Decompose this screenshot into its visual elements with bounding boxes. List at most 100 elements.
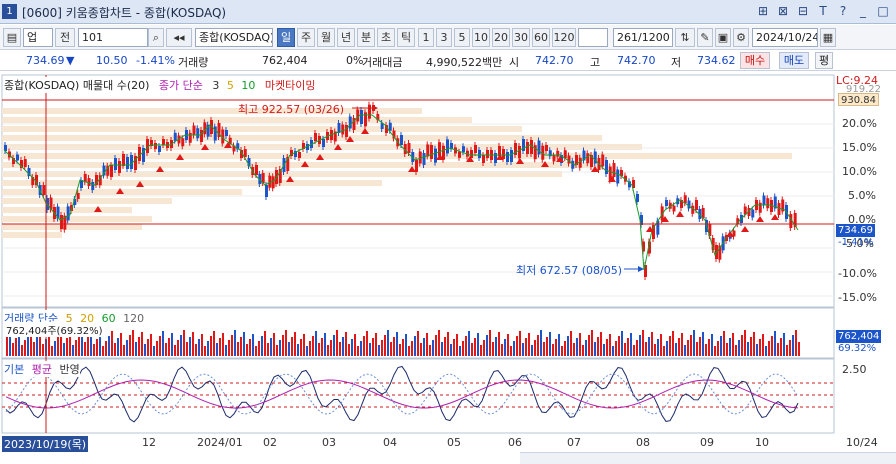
volume-bar xyxy=(711,334,713,356)
down-arrow-icon: ▼ xyxy=(66,54,75,67)
interval-3[interactable]: 3 xyxy=(436,28,452,47)
text-icon[interactable]: T xyxy=(816,3,830,19)
sell-button[interactable]: 매도 xyxy=(779,52,809,69)
period-tick[interactable]: 틱 xyxy=(397,28,415,47)
draw-icon[interactable]: ✎ xyxy=(697,28,713,47)
volume-bar xyxy=(477,333,479,356)
low-note: 최저 672.57 (08/05) xyxy=(516,264,623,277)
volume-bar xyxy=(522,343,524,356)
candle-body xyxy=(462,146,465,153)
volume-bar xyxy=(294,332,296,356)
volume-bar xyxy=(771,336,773,356)
volume-bar xyxy=(501,344,503,356)
volume-bar xyxy=(615,341,617,356)
candle-body xyxy=(76,193,80,199)
scroll-controls[interactable] xyxy=(520,452,896,464)
interval-10[interactable]: 10 xyxy=(472,28,490,47)
search-icon[interactable]: ⌕ xyxy=(148,28,164,47)
volume-bar xyxy=(786,345,788,356)
volume-bar xyxy=(327,345,329,356)
volume-bar xyxy=(186,342,188,356)
osc-legend: 기본 평균 반영 xyxy=(4,361,80,377)
period-month[interactable]: 월 xyxy=(317,28,335,47)
candle-body xyxy=(672,205,676,212)
tools-icon[interactable]: ⇅ xyxy=(675,28,695,47)
candle-body xyxy=(430,145,433,159)
candle-body xyxy=(695,200,698,210)
maximize-button[interactable]: □ xyxy=(876,3,890,19)
interval-30[interactable]: 30 xyxy=(512,28,530,47)
count-input[interactable]: 261/1200 xyxy=(613,28,673,47)
volume-bar xyxy=(93,344,95,356)
volume-bar xyxy=(789,340,791,356)
osc-panel-frame xyxy=(1,358,835,434)
capture-icon[interactable]: ⊠ xyxy=(776,3,790,19)
candle-body xyxy=(545,145,548,151)
period-year[interactable]: 년 xyxy=(337,28,355,47)
interval-120[interactable]: 120 xyxy=(552,28,576,47)
profile-bar xyxy=(2,232,62,238)
volume-bar xyxy=(27,335,29,356)
menu-icon[interactable]: ▤ xyxy=(3,28,21,47)
candle-body xyxy=(766,198,770,209)
volume-bar xyxy=(216,343,218,356)
candle-body xyxy=(388,122,392,131)
volume-bar xyxy=(525,338,527,356)
period-week[interactable]: 주 xyxy=(297,28,315,47)
volume-bar xyxy=(288,342,290,356)
volume-bar xyxy=(408,346,410,356)
help-icon[interactable]: ? xyxy=(836,3,850,19)
volume-bar xyxy=(543,342,545,356)
candle-body xyxy=(23,159,27,167)
layout-icon[interactable]: ⊞ xyxy=(756,3,770,19)
prev-button[interactable]: 전 xyxy=(55,28,75,47)
interval-5[interactable]: 5 xyxy=(454,28,470,47)
volume-bar xyxy=(681,333,683,356)
link-icon[interactable]: ⊟ xyxy=(796,3,810,19)
period-day[interactable]: 일 xyxy=(277,28,295,47)
volume-bar xyxy=(657,339,659,356)
volume-bar xyxy=(432,340,434,356)
chart-area[interactable]: 종합(KOSDAQ) 매물대 수(20) 종가 단순 3 5 10 마켓타이밍 … xyxy=(0,72,896,434)
interval-1[interactable]: 1 xyxy=(418,28,434,47)
candle-body xyxy=(118,161,121,173)
volume-bar xyxy=(528,333,530,356)
volume-bar xyxy=(414,336,416,356)
candle-body xyxy=(446,139,449,154)
candle-body xyxy=(181,138,185,147)
volume-bar xyxy=(147,339,149,356)
avg-button[interactable]: 평 xyxy=(815,52,833,69)
period-second[interactable]: 초 xyxy=(377,28,395,47)
ytick-m15: -15.0% xyxy=(838,291,877,304)
candle-body xyxy=(16,154,19,161)
volume-bar xyxy=(297,344,299,356)
interval-20[interactable]: 20 xyxy=(492,28,510,47)
volume-bar xyxy=(336,330,338,356)
minimize-button[interactable]: _ xyxy=(856,3,870,19)
volume-bar xyxy=(99,334,101,356)
code-input[interactable]: 101 xyxy=(78,28,148,47)
volume-bar xyxy=(78,335,80,356)
xlabel-right: 10/24 xyxy=(846,436,878,449)
volume-bar xyxy=(150,334,152,356)
sound-icon[interactable]: ◂◂ xyxy=(166,28,192,47)
period-minute[interactable]: 분 xyxy=(357,28,375,47)
volume-bar xyxy=(564,341,566,356)
volume-bar xyxy=(465,336,467,356)
calendar-icon[interactable]: ▦ xyxy=(820,28,836,47)
volume-bar xyxy=(411,341,413,356)
market-select[interactable]: 업 xyxy=(23,28,53,47)
buy-button[interactable]: 매수 xyxy=(740,52,770,69)
candle-body xyxy=(203,122,207,135)
volume-right-pct: 69.32% xyxy=(838,343,877,354)
save-icon[interactable]: ▣ xyxy=(715,28,731,47)
volume-bar xyxy=(258,341,260,356)
settings-icon[interactable]: ⚙ xyxy=(733,28,749,47)
interval-60[interactable]: 60 xyxy=(532,28,550,47)
interval-custom[interactable] xyxy=(578,28,608,47)
date-input[interactable]: 2024/10/24 xyxy=(752,28,818,47)
candle-body xyxy=(368,104,371,119)
volume-bar xyxy=(246,344,248,356)
vma-60: 60 xyxy=(101,312,116,325)
volume-bar xyxy=(645,342,647,356)
